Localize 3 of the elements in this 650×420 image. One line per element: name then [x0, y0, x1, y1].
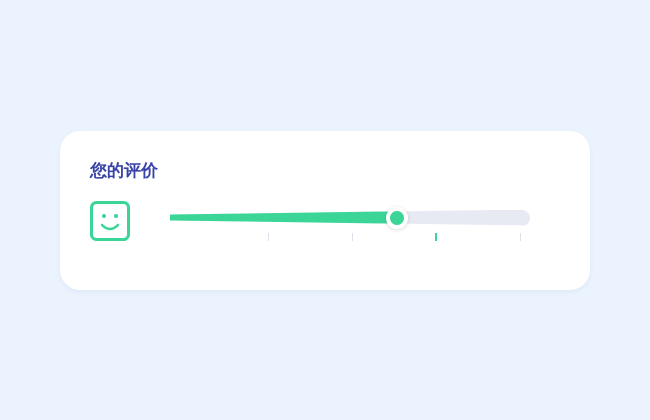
card-title: 您的评价 [90, 160, 159, 182]
slider-track[interactable] [170, 210, 530, 226]
smiley-icon [90, 200, 130, 240]
